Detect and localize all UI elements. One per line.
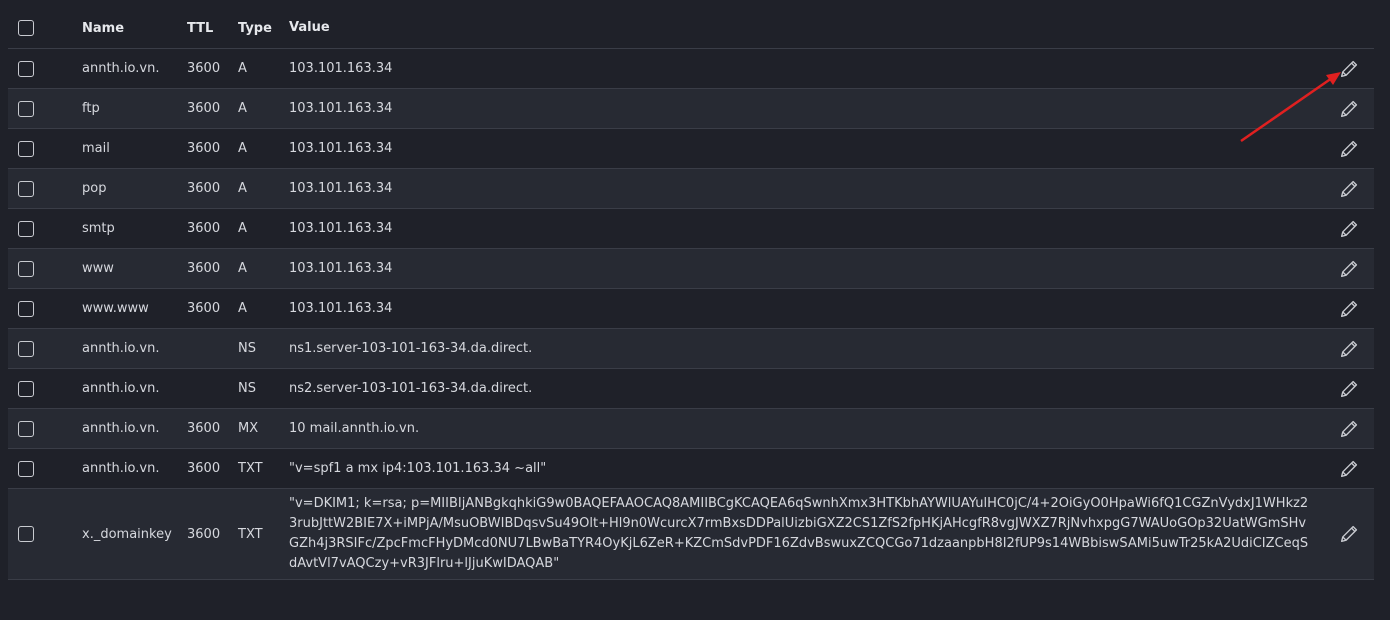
select-all-checkbox[interactable] [18, 20, 34, 36]
record-name: annth.io.vn. [82, 461, 160, 476]
record-value: 103.101.163.34 [289, 260, 393, 276]
record-value: 10 mail.annth.io.vn. [289, 420, 420, 436]
record-value: 103.101.163.34 [289, 220, 393, 236]
record-name: x._domainkey [82, 526, 172, 542]
record-name: ftp [82, 101, 100, 116]
record-ttl: 3600 [187, 461, 221, 476]
column-header-ttl[interactable]: TTL [187, 21, 238, 36]
record-type: A [238, 181, 247, 196]
table-row: annth.io.vn. 3600 MX 10 mail.annth.io.vn. [8, 409, 1374, 449]
record-type: MX [238, 421, 259, 436]
table-row: www.www 3600 A 103.101.163.34 [8, 289, 1374, 329]
row-checkbox[interactable] [18, 526, 34, 542]
row-checkbox[interactable] [18, 340, 34, 357]
record-type: A [238, 141, 247, 156]
record-type: A [238, 261, 247, 276]
record-type: A [238, 101, 247, 116]
table-header: Name TTL Type Value [8, 8, 1374, 49]
table-row: annth.io.vn. NS ns1.server-103-101-163-34.… [8, 329, 1374, 369]
table-row: mail 3600 A 103.101.163.34 [8, 129, 1374, 169]
record-name: pop [82, 181, 107, 196]
table-row: smtp 3600 A 103.101.163.34 [8, 209, 1374, 249]
table-row: x._domainkey 3600 TXT "v=DKIM1; k=rsa; p=MI… [8, 489, 1374, 580]
record-type: TXT [238, 526, 263, 542]
row-checkbox[interactable] [18, 180, 34, 197]
record-type: A [238, 221, 247, 236]
record-value: "v=spf1 a mx ip4:103.101.163.34 ~all" [289, 460, 547, 476]
row-checkbox[interactable] [18, 460, 34, 477]
row-checkbox[interactable] [18, 380, 34, 397]
row-checkbox[interactable] [18, 300, 34, 317]
pencil-icon[interactable] [1338, 378, 1360, 400]
table-row: annth.io.vn. 3600 A 103.101.163.34 [8, 49, 1374, 89]
record-value: 103.101.163.34 [289, 180, 393, 196]
row-checkbox[interactable] [18, 60, 34, 77]
record-ttl: 3600 [187, 261, 221, 276]
column-header-value[interactable]: Value [289, 18, 1309, 38]
record-type: A [238, 301, 247, 316]
pencil-icon[interactable] [1338, 58, 1360, 80]
record-ttl: 3600 [187, 61, 221, 76]
pencil-icon[interactable] [1338, 418, 1360, 440]
record-ttl: 3600 [187, 421, 221, 436]
record-ttl: 3600 [187, 141, 221, 156]
column-header-name[interactable]: Name [82, 21, 187, 36]
record-name: annth.io.vn. [82, 341, 160, 356]
table-row: annth.io.vn. 3600 TXT "v=spf1 a mx ip4:103.… [8, 449, 1374, 489]
record-name: www.www [82, 301, 149, 316]
column-header-type[interactable]: Type [238, 21, 289, 36]
pencil-icon[interactable] [1338, 258, 1360, 280]
dns-records-table: Name TTL Type Value annth.io.vn. 3600 A 103… [8, 8, 1374, 580]
pencil-icon[interactable] [1338, 298, 1360, 320]
record-value: 103.101.163.34 [289, 100, 393, 116]
row-checkbox[interactable] [18, 140, 34, 157]
pencil-icon[interactable] [1338, 338, 1360, 360]
pencil-icon[interactable] [1338, 523, 1360, 545]
row-checkbox[interactable] [18, 100, 34, 117]
record-ttl: 3600 [187, 301, 221, 316]
record-name: mail [82, 141, 110, 156]
record-value: 103.101.163.34 [289, 60, 393, 76]
record-value: "v=DKIM1; k=rsa; p=MIIBIjANBgkqhkiG9w0BA… [289, 496, 1309, 571]
pencil-icon[interactable] [1338, 218, 1360, 240]
pencil-icon[interactable] [1338, 458, 1360, 480]
table-body: annth.io.vn. 3600 A 103.101.163.34 ftp 3600 A 1… [8, 49, 1374, 580]
pencil-icon[interactable] [1338, 98, 1360, 120]
pencil-icon[interactable] [1338, 138, 1360, 160]
row-checkbox[interactable] [18, 420, 34, 437]
record-name: www [82, 261, 114, 276]
record-ttl: 3600 [187, 181, 221, 196]
record-ttl: 3600 [187, 526, 221, 542]
table-row: ftp 3600 A 103.101.163.34 [8, 89, 1374, 129]
record-name: annth.io.vn. [82, 381, 160, 396]
pencil-icon[interactable] [1338, 178, 1360, 200]
record-ttl: 3600 [187, 101, 221, 116]
row-checkbox[interactable] [18, 220, 34, 237]
record-value: 103.101.163.34 [289, 300, 393, 316]
record-type: A [238, 61, 247, 76]
table-row: pop 3600 A 103.101.163.34 [8, 169, 1374, 209]
record-type: NS [238, 341, 256, 356]
record-value: 103.101.163.34 [289, 140, 393, 156]
record-type: TXT [238, 461, 263, 476]
record-name: smtp [82, 221, 115, 236]
record-value: ns2.server-103-101-163-34.da.direct. [289, 380, 533, 396]
record-name: annth.io.vn. [82, 421, 160, 436]
record-ttl: 3600 [187, 221, 221, 236]
record-value: ns1.server-103-101-163-34.da.direct. [289, 340, 533, 356]
record-name: annth.io.vn. [82, 61, 160, 76]
row-checkbox[interactable] [18, 260, 34, 277]
table-row: www 3600 A 103.101.163.34 [8, 249, 1374, 289]
record-type: NS [238, 381, 256, 396]
table-row: annth.io.vn. NS ns2.server-103-101-163-34.… [8, 369, 1374, 409]
